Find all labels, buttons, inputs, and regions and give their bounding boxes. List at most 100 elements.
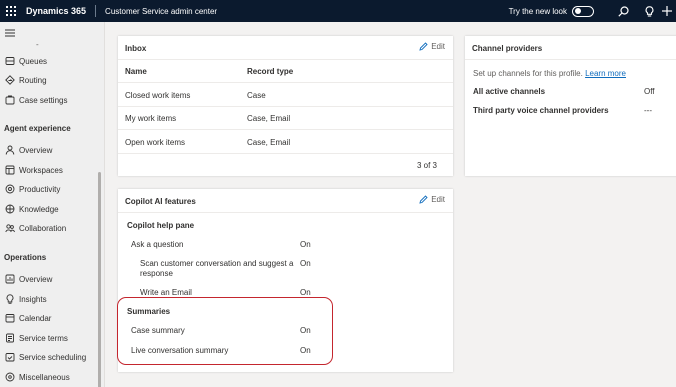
- miscellaneous-icon: [4, 371, 16, 383]
- sidebar-item-label: Service terms: [19, 333, 68, 343]
- sidebar-item-label: Collaboration: [19, 223, 67, 233]
- inbox-title: Inbox: [125, 44, 147, 53]
- sidebar-item-label: Calendar: [19, 313, 52, 323]
- try-new-look-toggle[interactable]: [572, 5, 594, 17]
- column-header-record-type: Record type: [247, 67, 294, 76]
- overview-icon: [4, 273, 16, 285]
- top-bar: Dynamics 365 Customer Service admin cent…: [0, 0, 676, 22]
- sidebar-item-label: Service scheduling: [19, 352, 87, 362]
- productivity-icon: [4, 183, 16, 195]
- row-name: Closed work items: [125, 91, 191, 100]
- third-party-voice-value: ---: [644, 106, 652, 115]
- sidebar-item-label: Productivity: [19, 184, 61, 194]
- all-active-channels-label: All active channels: [473, 87, 546, 96]
- divider: [118, 153, 453, 154]
- sidebar-item-label: Queues: [19, 56, 48, 66]
- all-active-channels-value: Off: [644, 87, 655, 96]
- add-icon[interactable]: [662, 0, 676, 22]
- copilot-help-pane-heading: Copilot help pane: [127, 221, 195, 230]
- sidebar-scroll-indicator: -: [36, 40, 39, 49]
- sidebar-item-service-scheduling[interactable]: Service scheduling: [4, 350, 86, 364]
- sidebar-item-queues[interactable]: Queues: [4, 54, 47, 68]
- inbox-card: Inbox Edit Name Record type Closed work …: [118, 36, 453, 176]
- admin-center-name: Customer Service admin center: [105, 6, 218, 16]
- workspaces-icon: [4, 164, 16, 176]
- calendar-icon: [4, 312, 16, 324]
- sidebar-item-routing[interactable]: Routing: [4, 73, 47, 87]
- insights-icon: [4, 293, 16, 305]
- ask-question-label: Ask a question: [131, 240, 184, 249]
- divider: [118, 82, 453, 83]
- pencil-icon: [419, 42, 428, 51]
- search-icon[interactable]: [610, 0, 636, 22]
- divider: [118, 129, 453, 130]
- sidebar-item-workspaces[interactable]: Workspaces: [4, 163, 63, 177]
- knowledge-icon: [4, 203, 16, 215]
- row-record-type: Case, Email: [247, 138, 291, 147]
- divider: [118, 59, 453, 60]
- sidebar-scrollbar[interactable]: [98, 172, 101, 387]
- topbar-divider: [95, 5, 97, 17]
- write-email-label: Write an Email: [140, 288, 192, 297]
- sidebar-heading-operations: Operations: [4, 253, 47, 262]
- copilot-title: Copilot AI features: [125, 197, 196, 206]
- channel-providers-card: Channel providers Set up channels for th…: [465, 36, 676, 176]
- edit-label: Edit: [431, 195, 445, 204]
- divider: [118, 106, 453, 107]
- try-new-look-label: Try the new look: [508, 6, 567, 16]
- setup-channels-label: Set up channels for this profile.: [473, 69, 583, 78]
- scan-conversation-value: On: [300, 259, 311, 268]
- scan-conversation-label-line2: response: [140, 269, 173, 278]
- sidebar-item-label: Overview: [19, 145, 53, 155]
- sidebar-item-insights[interactable]: Insights: [4, 292, 47, 306]
- summaries-highlight-outline: [117, 297, 333, 365]
- sidebar-item-productivity[interactable]: Productivity: [4, 182, 60, 196]
- lightbulb-icon[interactable]: [636, 0, 662, 22]
- row-name: My work items: [125, 114, 177, 123]
- setup-channels-text: Set up channels for this profile. Learn …: [473, 69, 626, 78]
- hamburger-menu-icon[interactable]: [4, 28, 16, 38]
- third-party-voice-label: Third party voice channel providers: [473, 106, 609, 115]
- sidebar-item-collaboration[interactable]: Collaboration: [4, 221, 66, 235]
- sidebar-item-label: Workspaces: [19, 165, 63, 175]
- case-settings-icon: [4, 94, 16, 106]
- service-terms-icon: [4, 332, 16, 344]
- channel-providers-title: Channel providers: [472, 44, 543, 53]
- sidebar-item-service-terms[interactable]: Service terms: [4, 331, 68, 345]
- sidebar-item-label: Routing: [19, 75, 47, 85]
- queues-icon: [4, 55, 16, 67]
- edit-label: Edit: [431, 42, 445, 51]
- row-name: Open work items: [125, 138, 186, 147]
- pagination-label: 3 of 3: [416, 161, 437, 170]
- sidebar: - Queues Routing Case settings Agent exp…: [0, 22, 105, 387]
- learn-more-link[interactable]: Learn more: [585, 69, 626, 78]
- write-email-value: On: [300, 288, 311, 297]
- ask-question-value: On: [300, 240, 311, 249]
- person-icon: [4, 144, 16, 156]
- routing-icon: [4, 74, 16, 86]
- sidebar-item-miscellaneous[interactable]: Miscellaneous: [4, 370, 70, 384]
- sidebar-item-label: Knowledge: [19, 204, 59, 214]
- scan-conversation-label: Scan customer conversation and suggest a: [140, 259, 294, 268]
- inbox-edit-button[interactable]: Edit: [419, 42, 445, 51]
- sidebar-item-label: Miscellaneous: [19, 372, 70, 382]
- row-record-type: Case, Email: [247, 114, 291, 123]
- service-scheduling-icon: [4, 351, 16, 363]
- copilot-edit-button[interactable]: Edit: [419, 195, 445, 204]
- divider: [118, 212, 453, 213]
- app-name[interactable]: Dynamics 365: [26, 6, 86, 16]
- row-record-type: Case: [247, 91, 266, 100]
- sidebar-item-label: Case settings: [19, 95, 68, 105]
- sidebar-item-case-settings[interactable]: Case settings: [4, 93, 67, 107]
- sidebar-item-label: Overview: [19, 274, 53, 284]
- column-header-name: Name: [125, 67, 147, 76]
- divider: [465, 59, 676, 60]
- sidebar-item-calendar[interactable]: Calendar: [4, 311, 51, 325]
- sidebar-item-label: Insights: [19, 294, 47, 304]
- sidebar-item-operations-overview[interactable]: Overview: [4, 272, 52, 286]
- app-launcher-icon[interactable]: [0, 0, 22, 22]
- sidebar-heading-agent-experience: Agent experience: [4, 124, 71, 133]
- collaboration-icon: [4, 222, 16, 234]
- sidebar-item-knowledge[interactable]: Knowledge: [4, 202, 59, 216]
- sidebar-item-agent-overview[interactable]: Overview: [4, 143, 52, 157]
